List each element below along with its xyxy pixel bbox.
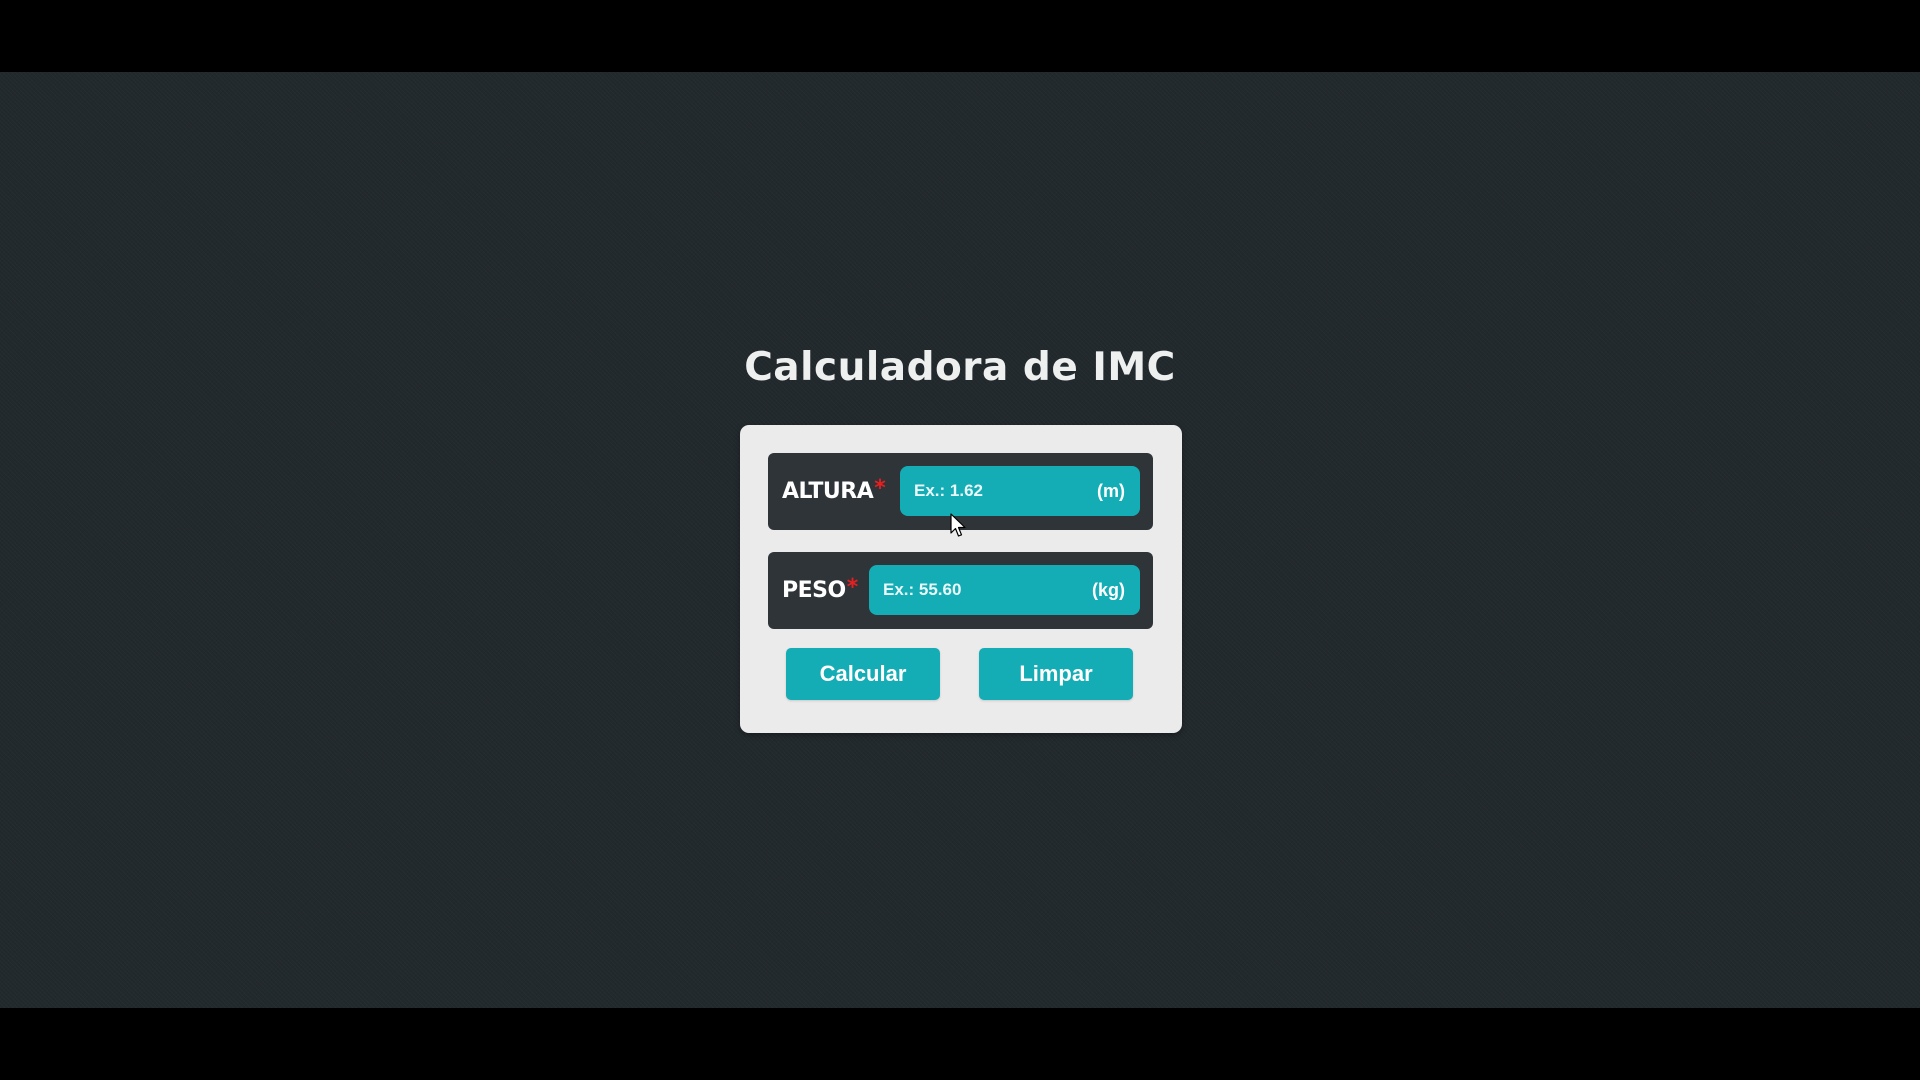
letterbox-top bbox=[0, 0, 1920, 72]
altura-required-mark: * bbox=[874, 476, 886, 501]
limpar-button[interactable]: Limpar bbox=[979, 648, 1133, 700]
peso-field-row: PESO* (kg) bbox=[768, 552, 1153, 629]
peso-required-mark: * bbox=[846, 575, 859, 600]
page-viewport: Calculadora de IMC ALTURA* (m) PESO* (kg… bbox=[0, 72, 1920, 1008]
mouse-pointer-icon bbox=[950, 513, 966, 537]
peso-unit-label: (kg) bbox=[1092, 580, 1125, 600]
peso-label: PESO* bbox=[782, 552, 858, 629]
altura-input-wrapper: (m) bbox=[900, 466, 1140, 516]
page-title: Calculadora de IMC bbox=[744, 345, 1176, 390]
peso-input-wrapper: (kg) bbox=[869, 565, 1140, 615]
letterbox-bottom bbox=[0, 1008, 1920, 1080]
altura-label: ALTURA* bbox=[782, 453, 886, 530]
calcular-button[interactable]: Calcular bbox=[786, 648, 940, 700]
altura-unit-label: (m) bbox=[1097, 481, 1125, 501]
altura-label-text: ALTURA bbox=[782, 479, 874, 504]
bmi-form-card: ALTURA* (m) PESO* (kg) Calcular Limpar bbox=[740, 425, 1182, 733]
peso-label-text: PESO bbox=[782, 578, 846, 603]
